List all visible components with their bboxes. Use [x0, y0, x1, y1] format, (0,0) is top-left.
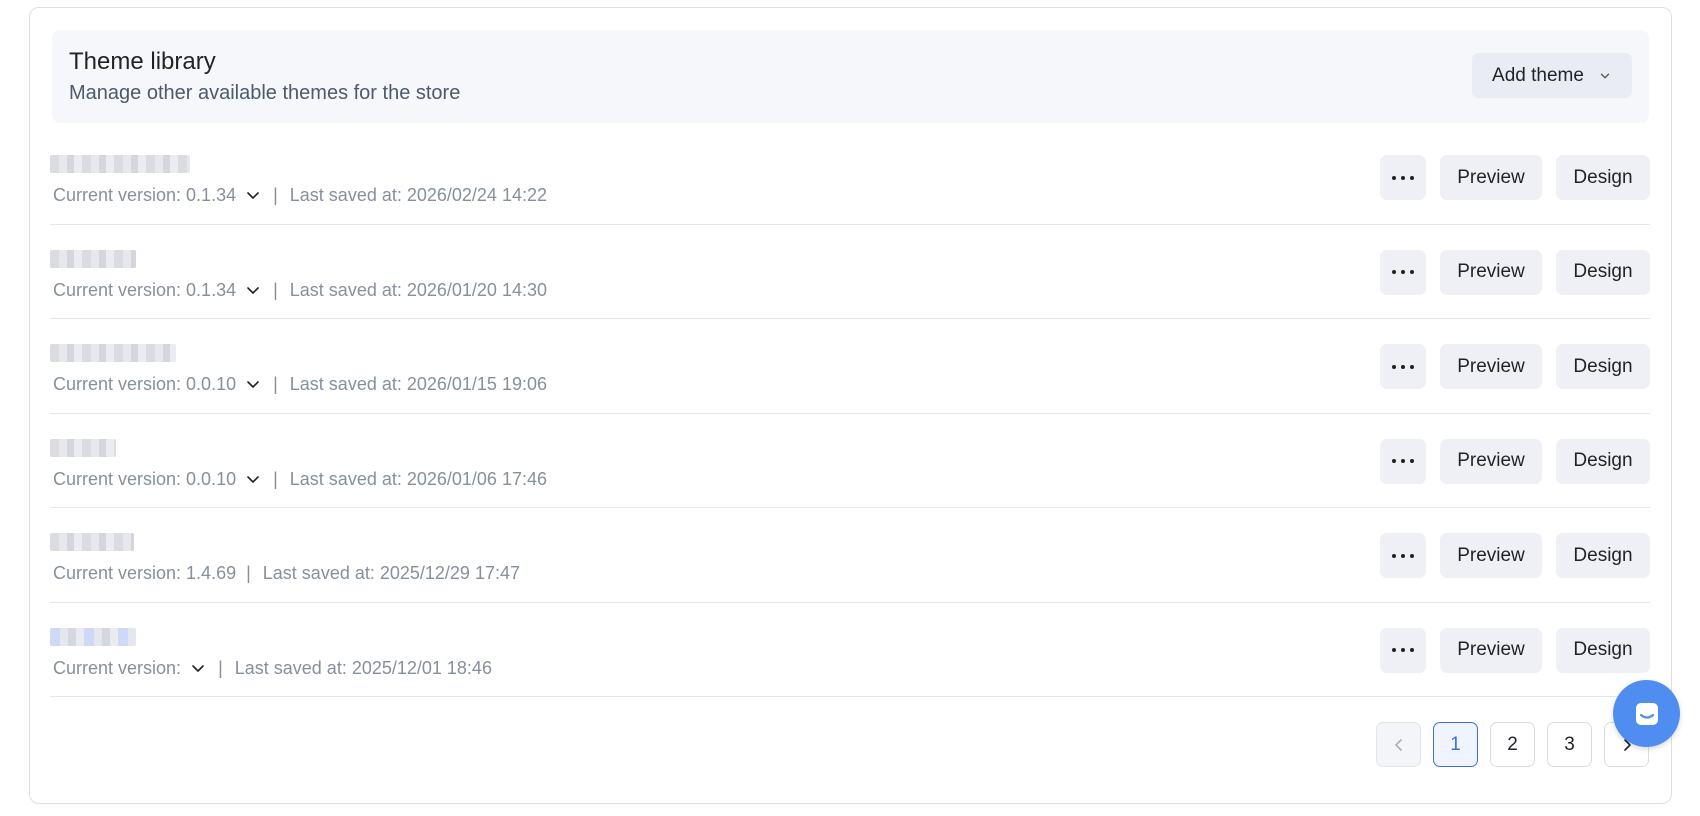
last-saved: Last saved at: 2026/01/06 17:46 [289, 468, 547, 489]
design-button[interactable]: Design [1556, 533, 1650, 578]
row-actions: Preview Design [1380, 533, 1650, 578]
design-button[interactable]: Design [1556, 438, 1650, 484]
ellipsis-icon [1392, 364, 1414, 369]
theme-name-blurred [50, 155, 190, 173]
design-button[interactable]: Design [1556, 344, 1650, 389]
page-button-2[interactable]: 2 [1490, 722, 1535, 767]
row-actions: Preview Design [1380, 249, 1650, 295]
chevron-down-icon[interactable] [245, 471, 261, 487]
current-version: Current version: 0.0.10 [53, 374, 237, 394]
theme-library-card: Theme library Manage other available the… [29, 7, 1672, 804]
design-button[interactable]: Design [1556, 627, 1650, 673]
current-version: Current version: 0.1.34 [53, 279, 237, 300]
theme-row: Current version: | Last saved at: 2025/1… [50, 603, 1650, 697]
preview-button[interactable]: Preview [1440, 249, 1542, 295]
meta-separator: | [218, 657, 223, 678]
prev-page-button[interactable] [1376, 722, 1421, 767]
preview-button[interactable]: Preview [1440, 438, 1542, 484]
row-actions: Preview Design [1380, 627, 1650, 673]
design-button[interactable]: Design [1556, 249, 1650, 295]
more-actions-button[interactable] [1380, 627, 1426, 673]
meta-separator: | [273, 374, 278, 394]
theme-row: Current version: 0.1.34 | Last saved at:… [50, 225, 1650, 319]
theme-library-header: Theme library Manage other available the… [52, 30, 1649, 123]
chevron-down-icon[interactable] [245, 376, 261, 392]
pagination: 1 2 3 [1376, 722, 1649, 767]
theme-meta: Current version: 0.1.34 | Last saved at:… [53, 279, 547, 301]
page-subtitle: Manage other available themes for the st… [69, 82, 461, 104]
add-theme-label: Add theme [1492, 64, 1584, 86]
meta-separator: | [273, 185, 278, 205]
last-saved: Last saved at: 2026/01/15 19:06 [289, 374, 547, 394]
chevron-down-icon [1598, 69, 1612, 83]
more-actions-button[interactable] [1380, 344, 1426, 389]
current-version: Current version: 0.1.34 [53, 185, 237, 205]
theme-meta: Current version: 1.4.69 | Last saved at:… [53, 562, 520, 584]
page-title: Theme library [69, 48, 216, 75]
page-button-3[interactable]: 3 [1547, 722, 1592, 767]
more-actions-button[interactable] [1380, 249, 1426, 295]
ellipsis-icon [1392, 553, 1414, 558]
last-saved: Last saved at: 2025/12/29 17:47 [262, 563, 520, 583]
current-version: Current version: 1.4.69 [53, 563, 237, 583]
chevron-down-icon[interactable] [245, 282, 261, 298]
ellipsis-icon [1392, 459, 1414, 463]
current-version: Current version: 0.0.10 [53, 468, 237, 489]
theme-meta: Current version: 0.1.34 | Last saved at:… [53, 184, 547, 206]
last-saved: Last saved at: 2026/02/24 14:22 [289, 185, 547, 205]
row-actions: Preview Design [1380, 155, 1650, 200]
theme-meta: Current version: | Last saved at: 2025/1… [53, 657, 492, 679]
current-version: Current version: [53, 657, 182, 678]
theme-meta: Current version: 0.0.10 | Last saved at:… [53, 468, 547, 490]
more-actions-button[interactable] [1380, 155, 1426, 200]
theme-name-blurred [50, 438, 116, 457]
meta-separator: | [273, 468, 278, 489]
theme-name-blurred [50, 627, 136, 646]
preview-button[interactable]: Preview [1440, 155, 1542, 200]
theme-name-blurred [50, 344, 176, 362]
ellipsis-icon [1392, 175, 1414, 180]
meta-separator: | [246, 563, 251, 583]
row-actions: Preview Design [1380, 344, 1650, 389]
last-saved: Last saved at: 2025/12/01 18:46 [234, 657, 492, 678]
meta-separator: | [273, 279, 278, 300]
ellipsis-icon [1392, 648, 1414, 652]
chat-icon [1631, 698, 1663, 730]
more-actions-button[interactable] [1380, 438, 1426, 484]
add-theme-button[interactable]: Add theme [1472, 53, 1632, 98]
chevron-down-icon[interactable] [190, 660, 206, 676]
ellipsis-icon [1392, 270, 1414, 274]
theme-row: Current version: 1.4.69 | Last saved at:… [50, 508, 1650, 603]
theme-list: Current version: 0.1.34 | Last saved at:… [50, 130, 1650, 697]
more-actions-button[interactable] [1380, 533, 1426, 578]
chevron-left-icon [1391, 737, 1407, 753]
row-actions: Preview Design [1380, 438, 1650, 484]
theme-meta: Current version: 0.0.10 | Last saved at:… [53, 373, 547, 395]
theme-name-blurred [50, 533, 134, 551]
chevron-down-icon[interactable] [245, 187, 261, 203]
theme-row: Current version: 0.0.10 | Last saved at:… [50, 319, 1650, 414]
preview-button[interactable]: Preview [1440, 344, 1542, 389]
page-button-1[interactable]: 1 [1433, 722, 1478, 767]
theme-row: Current version: 0.1.34 | Last saved at:… [50, 130, 1650, 225]
design-button[interactable]: Design [1556, 155, 1650, 200]
theme-row: Current version: 0.0.10 | Last saved at:… [50, 414, 1650, 508]
preview-button[interactable]: Preview [1440, 533, 1542, 578]
last-saved: Last saved at: 2026/01/20 14:30 [289, 279, 547, 300]
preview-button[interactable]: Preview [1440, 627, 1542, 673]
theme-name-blurred [50, 249, 136, 268]
chat-launcher-button[interactable] [1613, 680, 1680, 747]
